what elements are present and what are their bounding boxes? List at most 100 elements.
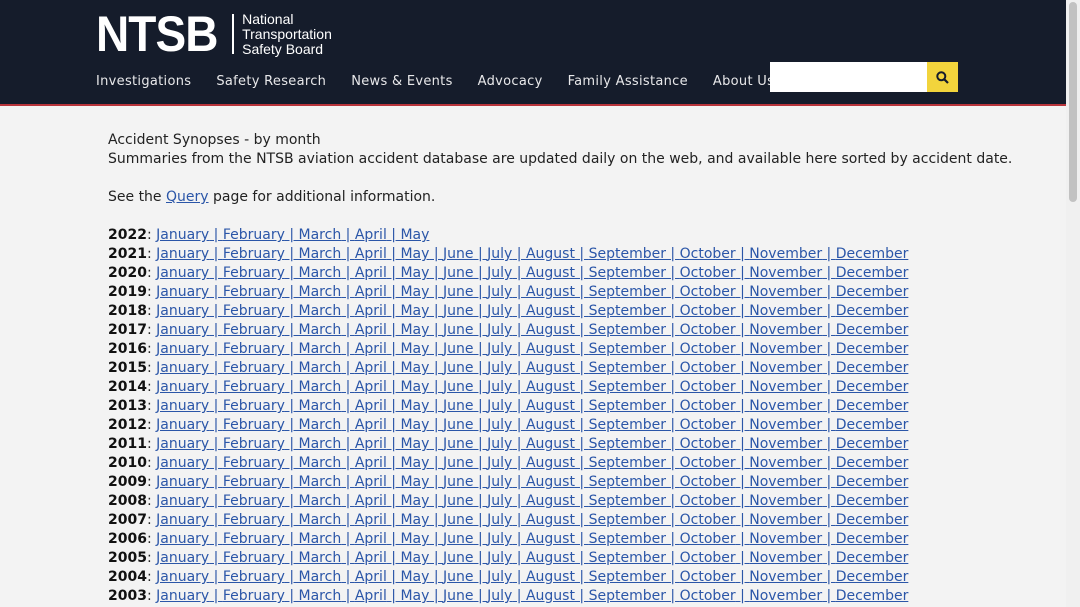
month-link-february[interactable]: February <box>223 341 285 357</box>
month-link-january[interactable]: January <box>156 512 209 528</box>
month-link-march[interactable]: March <box>299 303 342 319</box>
month-link-october[interactable]: October <box>680 512 736 528</box>
month-link-november[interactable]: November <box>749 398 822 414</box>
month-link-september[interactable]: September <box>589 588 666 604</box>
month-link-january[interactable]: January <box>156 436 209 452</box>
month-link-february[interactable]: February <box>223 284 285 300</box>
month-link-december[interactable]: December <box>836 398 909 414</box>
month-link-october[interactable]: October <box>680 474 736 490</box>
month-link-november[interactable]: November <box>749 284 822 300</box>
month-link-june[interactable]: June <box>443 379 474 395</box>
month-link-july[interactable]: July <box>487 284 512 300</box>
month-link-may[interactable]: May <box>400 398 429 414</box>
month-link-september[interactable]: September <box>589 550 666 566</box>
month-link-january[interactable]: January <box>156 284 209 300</box>
month-link-november[interactable]: November <box>749 455 822 471</box>
month-link-january[interactable]: January <box>156 398 209 414</box>
month-link-february[interactable]: February <box>223 398 285 414</box>
month-link-march[interactable]: March <box>299 588 342 604</box>
month-link-october[interactable]: October <box>680 550 736 566</box>
month-link-february[interactable]: February <box>223 550 285 566</box>
month-link-february[interactable]: February <box>223 322 285 338</box>
month-link-december[interactable]: December <box>836 417 909 433</box>
month-link-august[interactable]: August <box>526 436 575 452</box>
month-link-july[interactable]: July <box>487 341 512 357</box>
month-link-february[interactable]: February <box>223 455 285 471</box>
month-link-may[interactable]: May <box>400 227 429 243</box>
month-link-november[interactable]: November <box>749 436 822 452</box>
month-link-april[interactable]: April <box>355 341 387 357</box>
month-link-may[interactable]: May <box>400 455 429 471</box>
month-link-november[interactable]: November <box>749 474 822 490</box>
month-link-november[interactable]: November <box>749 531 822 547</box>
month-link-december[interactable]: December <box>836 322 909 338</box>
month-link-june[interactable]: June <box>443 588 474 604</box>
month-link-march[interactable]: March <box>299 284 342 300</box>
month-link-august[interactable]: August <box>526 360 575 376</box>
month-link-september[interactable]: September <box>589 246 666 262</box>
month-link-may[interactable]: May <box>400 341 429 357</box>
month-link-may[interactable]: May <box>400 379 429 395</box>
month-link-august[interactable]: August <box>526 303 575 319</box>
month-link-september[interactable]: September <box>589 436 666 452</box>
query-link[interactable]: Query <box>166 189 209 205</box>
month-link-may[interactable]: May <box>400 550 429 566</box>
month-link-december[interactable]: December <box>836 455 909 471</box>
month-link-september[interactable]: September <box>589 417 666 433</box>
month-link-july[interactable]: July <box>487 588 512 604</box>
month-link-august[interactable]: August <box>526 265 575 281</box>
month-link-december[interactable]: December <box>836 569 909 585</box>
month-link-december[interactable]: December <box>836 360 909 376</box>
month-link-november[interactable]: November <box>749 588 822 604</box>
month-link-september[interactable]: September <box>589 398 666 414</box>
month-link-january[interactable]: January <box>156 417 209 433</box>
month-link-october[interactable]: October <box>680 398 736 414</box>
month-link-november[interactable]: November <box>749 303 822 319</box>
month-link-may[interactable]: May <box>400 303 429 319</box>
month-link-october[interactable]: October <box>680 569 736 585</box>
search-input[interactable] <box>770 62 927 92</box>
month-link-june[interactable]: June <box>443 569 474 585</box>
month-link-july[interactable]: July <box>487 455 512 471</box>
month-link-september[interactable]: September <box>589 265 666 281</box>
month-link-april[interactable]: April <box>355 455 387 471</box>
month-link-july[interactable]: July <box>487 474 512 490</box>
month-link-june[interactable]: June <box>443 398 474 414</box>
month-link-november[interactable]: November <box>749 550 822 566</box>
month-link-august[interactable]: August <box>526 417 575 433</box>
month-link-february[interactable]: February <box>223 588 285 604</box>
month-link-january[interactable]: January <box>156 493 209 509</box>
month-link-april[interactable]: April <box>355 417 387 433</box>
month-link-april[interactable]: April <box>355 379 387 395</box>
month-link-january[interactable]: January <box>156 550 209 566</box>
month-link-october[interactable]: October <box>680 341 736 357</box>
month-link-october[interactable]: October <box>680 379 736 395</box>
month-link-september[interactable]: September <box>589 284 666 300</box>
month-link-may[interactable]: May <box>400 265 429 281</box>
month-link-march[interactable]: March <box>299 474 342 490</box>
month-link-march[interactable]: March <box>299 360 342 376</box>
month-link-december[interactable]: December <box>836 512 909 528</box>
month-link-march[interactable]: March <box>299 398 342 414</box>
month-link-march[interactable]: March <box>299 227 342 243</box>
month-link-july[interactable]: July <box>487 569 512 585</box>
month-link-march[interactable]: March <box>299 322 342 338</box>
month-link-december[interactable]: December <box>836 341 909 357</box>
month-link-october[interactable]: October <box>680 246 736 262</box>
month-link-august[interactable]: August <box>526 341 575 357</box>
month-link-december[interactable]: December <box>836 265 909 281</box>
month-link-september[interactable]: September <box>589 493 666 509</box>
month-link-march[interactable]: March <box>299 246 342 262</box>
month-link-october[interactable]: October <box>680 265 736 281</box>
month-link-may[interactable]: May <box>400 417 429 433</box>
month-link-november[interactable]: November <box>749 493 822 509</box>
search-button[interactable] <box>927 62 958 92</box>
month-link-may[interactable]: May <box>400 284 429 300</box>
month-link-july[interactable]: July <box>487 379 512 395</box>
month-link-january[interactable]: January <box>156 531 209 547</box>
month-link-july[interactable]: July <box>487 322 512 338</box>
month-link-september[interactable]: September <box>589 379 666 395</box>
month-link-march[interactable]: March <box>299 436 342 452</box>
month-link-december[interactable]: December <box>836 531 909 547</box>
month-link-december[interactable]: December <box>836 474 909 490</box>
